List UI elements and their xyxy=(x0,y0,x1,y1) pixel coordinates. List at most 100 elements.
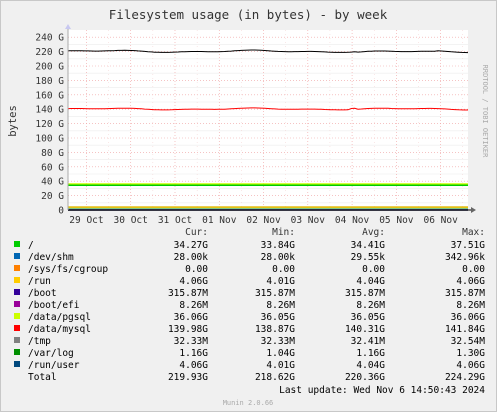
munin-footer: Munin 2.0.66 xyxy=(223,399,274,407)
plot-background xyxy=(68,30,468,210)
x-tick-label: 31 Oct xyxy=(158,215,192,226)
y-tick-label: 20 G xyxy=(41,191,64,202)
legend-label: / xyxy=(28,240,34,251)
legend-column-header: Avg: xyxy=(362,227,385,238)
y-tick-label: 100 G xyxy=(35,134,64,145)
legend-value: 33.84G xyxy=(261,240,296,251)
y-tick-label: 0 xyxy=(58,206,64,217)
legend-value: 224.29G xyxy=(445,372,485,383)
legend-swatch xyxy=(14,325,20,331)
legend-value: 1.30G xyxy=(456,348,485,359)
legend-value: 342.96k xyxy=(445,252,485,263)
legend-value: 4.06G xyxy=(179,360,208,371)
legend-value: 32.33M xyxy=(174,336,209,347)
legend-column-header: Cur: xyxy=(185,227,208,238)
legend-label: /dev/shm xyxy=(28,252,74,263)
legend-label: /tmp xyxy=(28,336,51,347)
legend-label: /var/log xyxy=(28,348,74,359)
legend-value: 28.00k xyxy=(174,252,209,263)
legend-label: /run/user xyxy=(28,360,80,371)
y-tick-label: 200 G xyxy=(35,62,64,73)
legend-value: 0.00 xyxy=(462,264,485,275)
legend-column-header: Min: xyxy=(272,227,295,238)
legend-label: Total xyxy=(28,372,57,383)
legend-swatch xyxy=(14,265,20,271)
x-axis-arrow xyxy=(471,207,476,213)
y-tick-label: 220 G xyxy=(35,47,64,58)
legend-value: 315.87M xyxy=(255,288,295,299)
legend-value: 28.00k xyxy=(261,252,296,263)
x-tick-label: 29 Oct xyxy=(69,215,103,226)
legend-value: 1.16G xyxy=(179,348,208,359)
legend-value: 36.06G xyxy=(174,312,209,323)
y-tick-label: 140 G xyxy=(35,105,64,116)
legend-swatch xyxy=(14,253,20,259)
legend-value: 32.41M xyxy=(351,336,386,347)
legend-label: /boot/efi xyxy=(28,300,80,311)
chart-svg: Filesystem usage (in bytes) - by week RR… xyxy=(7,7,489,407)
legend-swatch xyxy=(14,361,20,367)
y-tick-label: 40 G xyxy=(41,177,64,188)
legend-value: 4.04G xyxy=(356,276,385,287)
legend-column-header: Max: xyxy=(462,227,485,238)
legend-value: 8.26M xyxy=(456,300,485,311)
legend-label: /run xyxy=(28,276,51,287)
legend-value: 220.36G xyxy=(345,372,385,383)
legend-label: /data/mysql xyxy=(28,324,91,335)
legend-value: 4.06G xyxy=(179,276,208,287)
legend-swatch xyxy=(14,289,20,295)
legend-value: 4.01G xyxy=(266,276,295,287)
legend-value: 138.87G xyxy=(255,324,295,335)
x-tick-label: 04 Nov xyxy=(335,215,370,226)
legend-value: 32.54M xyxy=(451,336,486,347)
legend-swatch xyxy=(14,277,20,283)
legend-value: 315.87M xyxy=(445,288,485,299)
legend-value: 8.26M xyxy=(266,300,295,311)
y-tick-label: 60 G xyxy=(41,162,64,173)
legend-label: /boot xyxy=(28,288,57,299)
legend-value: 34.41G xyxy=(351,240,386,251)
legend-value: 8.26M xyxy=(179,300,208,311)
x-tick-label: 30 Oct xyxy=(114,215,148,226)
x-tick-label: 02 Nov xyxy=(246,215,281,226)
legend-value: 315.87M xyxy=(345,288,385,299)
x-tick-label: 05 Nov xyxy=(379,215,414,226)
legend-value: 34.27G xyxy=(174,240,209,251)
legend-value: 4.06G xyxy=(456,276,485,287)
legend-value: 219.93G xyxy=(168,372,208,383)
x-tick-label: 01 Nov xyxy=(202,215,237,226)
y-axis-label: bytes xyxy=(7,105,19,137)
legend-value: 139.98G xyxy=(168,324,208,335)
legend-value: 36.06G xyxy=(451,312,486,323)
legend-value: 0.00 xyxy=(362,264,385,275)
x-tick-label: 03 Nov xyxy=(291,215,326,226)
x-tick-label: 06 Nov xyxy=(423,215,458,226)
y-tick-label: 120 G xyxy=(35,119,64,130)
legend-value: 315.87M xyxy=(168,288,208,299)
legend-value: 36.05G xyxy=(261,312,296,323)
chart-title: Filesystem usage (in bytes) - by week xyxy=(109,7,388,22)
legend-swatch xyxy=(14,337,20,343)
legend: Cur: Min: Avg: Max: / 34.27G 33.84G 34.41G 37.51… xyxy=(14,227,485,383)
y-tick-label: 240 G xyxy=(35,33,64,44)
legend-value: 37.51G xyxy=(451,240,486,251)
legend-value: 0.00 xyxy=(185,264,208,275)
legend-value: 1.04G xyxy=(266,348,295,359)
last-update: Last update: Wed Nov 6 14:50:43 2024 xyxy=(279,385,485,396)
legend-label: /data/pgsql xyxy=(28,312,91,323)
legend-value: 8.26M xyxy=(356,300,385,311)
rrdtool-credit: RRDTOOL / TOBI OETIKER xyxy=(481,65,489,159)
legend-value: 32.33M xyxy=(261,336,296,347)
legend-value: 29.55k xyxy=(351,252,386,263)
legend-value: 141.84G xyxy=(445,324,485,335)
legend-swatch xyxy=(14,349,20,355)
legend-value: 4.06G xyxy=(456,360,485,371)
legend-value: 36.05G xyxy=(351,312,386,323)
legend-swatch xyxy=(14,301,20,307)
legend-value: 0.00 xyxy=(272,264,295,275)
legend-value: 218.62G xyxy=(255,372,295,383)
y-axis-arrow xyxy=(65,24,71,29)
legend-value: 4.04G xyxy=(356,360,385,371)
chart-frame: Filesystem usage (in bytes) - by week RR… xyxy=(0,0,497,412)
y-tick-label: 180 G xyxy=(35,76,64,87)
